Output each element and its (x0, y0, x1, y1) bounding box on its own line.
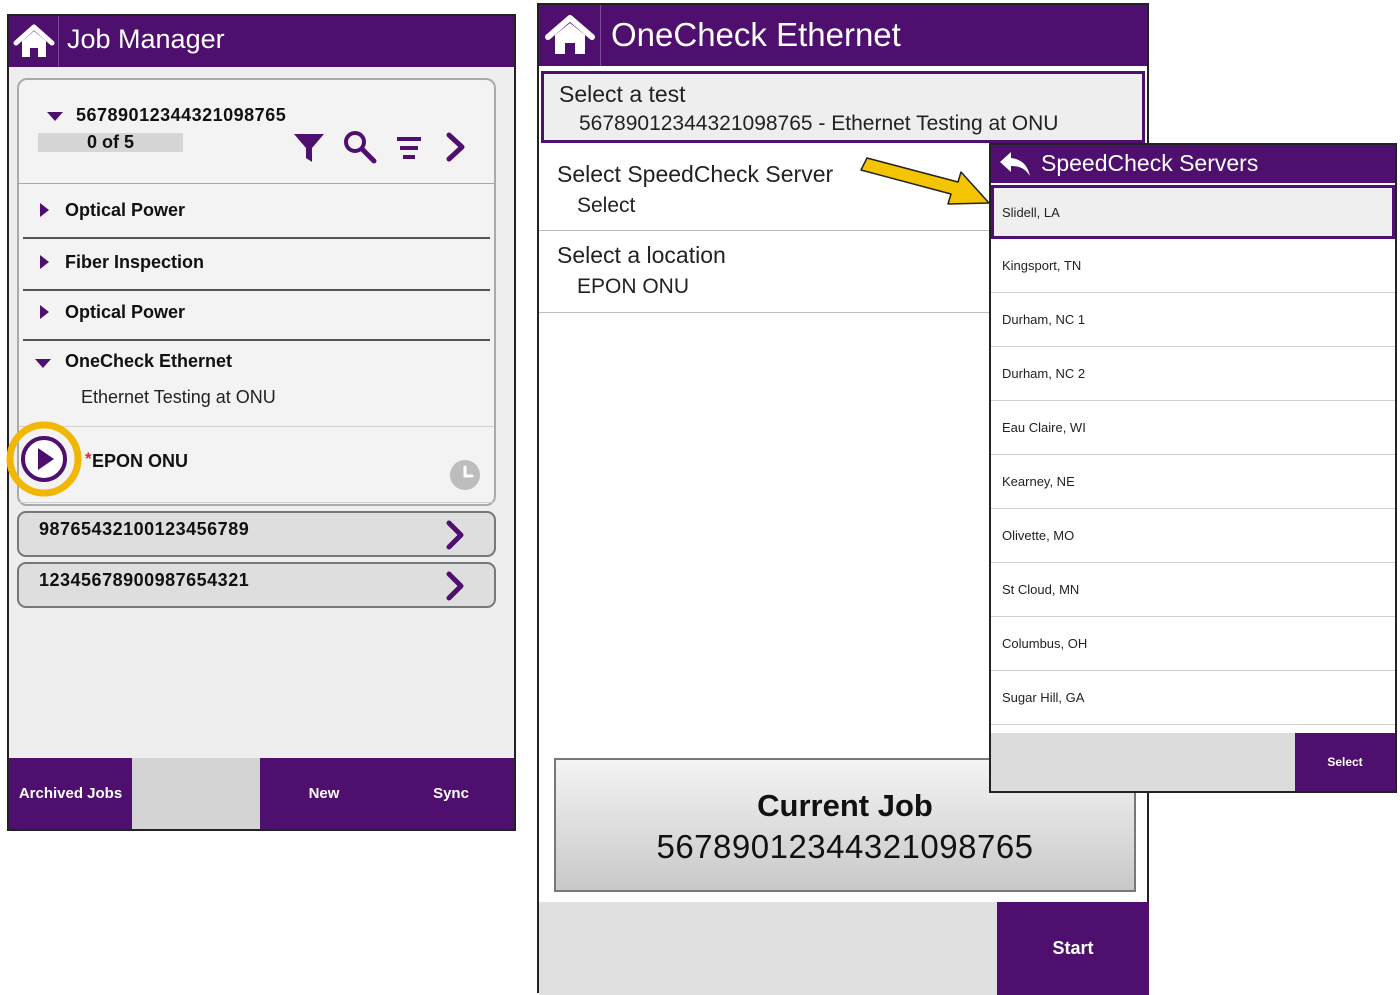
divider (19, 502, 494, 503)
home-icon (13, 24, 55, 57)
test-label: Fiber Inspection (65, 252, 205, 272)
job-number: 98765432100123456789 (39, 519, 250, 539)
divider (23, 237, 490, 239)
expand-triangle-icon (40, 255, 49, 269)
job-list-item[interactable]: 98765432100123456789 (17, 511, 496, 557)
current-job-label: Current Job (757, 788, 933, 823)
speedcheck-servers-dialog: SpeedCheck Servers Slidell, LA Kingsport… (989, 143, 1397, 793)
title-bar: SpeedCheck Servers (991, 145, 1395, 183)
back-arrow-icon[interactable] (997, 149, 1033, 179)
filter-icon[interactable] (292, 132, 326, 164)
select-location-label: Select a location (557, 242, 726, 268)
bottom-bar: Archived Jobs New Sync (9, 758, 514, 829)
play-button[interactable] (5, 420, 83, 498)
search-icon[interactable] (343, 130, 377, 164)
divider (23, 339, 490, 341)
sort-icon[interactable] (395, 134, 423, 162)
server-item[interactable]: Kingsport, TN (991, 239, 1395, 293)
server-item[interactable]: Eau Claire, WI (991, 401, 1395, 455)
select-test-value: 56789012344321098765 - Ethernet Testing … (579, 112, 1059, 135)
expand-triangle-icon (40, 203, 49, 217)
test-label: Optical Power (65, 200, 186, 220)
required-marker: * (85, 449, 92, 468)
bottom-bar-spacer (991, 733, 1295, 791)
home-icon (545, 15, 595, 54)
test-item-expanded[interactable]: OneCheck Ethernet Ethernet Testing at ON… (19, 342, 494, 424)
collapse-triangle-icon (35, 359, 51, 368)
divider (23, 289, 490, 291)
divider (19, 183, 494, 184)
location-row[interactable]: * EPON ONU (19, 430, 494, 502)
test-sublabel: Ethernet Testing at ONU (81, 387, 276, 407)
job-number[interactable]: 56789012344321098765 (76, 105, 286, 126)
page-title: Job Manager (67, 24, 225, 54)
chevron-right-icon (446, 520, 464, 550)
current-job-number: 56789012344321098765 (656, 828, 1034, 865)
callout-arrow-icon (860, 157, 990, 205)
server-item[interactable]: Kearney, NE (991, 455, 1395, 509)
bottom-bar-spacer (132, 758, 260, 829)
page-title: OneCheck Ethernet (611, 16, 901, 53)
chevron-right-icon[interactable] (444, 132, 468, 162)
select-test-label: Select a test (559, 81, 686, 107)
job-manager-screen: Job Manager 56789012344321098765 0 of 5 … (5, 14, 516, 831)
select-button[interactable]: Select (1295, 733, 1395, 791)
bottom-bar-spacer (539, 902, 997, 995)
test-label: Optical Power (65, 302, 186, 322)
location-label: EPON ONU (92, 451, 189, 471)
test-item[interactable]: Fiber Inspection (19, 240, 494, 288)
new-job-button[interactable]: New (260, 758, 388, 829)
collapse-triangle-icon[interactable] (47, 112, 63, 121)
start-button[interactable]: Start (997, 902, 1149, 995)
select-server-value: Select (577, 194, 636, 217)
server-item[interactable]: Durham, NC 1 (991, 293, 1395, 347)
server-item[interactable]: Sugar Hill, GA (991, 671, 1395, 725)
current-job-card: 56789012344321098765 0 of 5 Optical Powe… (17, 78, 496, 506)
test-item[interactable]: Optical Power (19, 292, 494, 338)
select-server-label: Select SpeedCheck Server (557, 161, 834, 187)
expand-triangle-icon (40, 305, 49, 319)
test-item[interactable]: Optical Power (19, 188, 494, 236)
home-button[interactable] (539, 5, 601, 66)
sync-button[interactable]: Sync (388, 758, 514, 829)
select-test-row[interactable]: Select a test 56789012344321098765 - Eth… (541, 71, 1145, 143)
job-list-item[interactable]: 12345678900987654321 (17, 562, 496, 608)
server-item[interactable]: Columbus, OH (991, 617, 1395, 671)
server-item[interactable]: Durham, NC 2 (991, 347, 1395, 401)
home-button[interactable] (9, 16, 59, 67)
chevron-right-icon (446, 571, 464, 601)
dialog-title: SpeedCheck Servers (1041, 150, 1259, 176)
server-list: Slidell, LA Kingsport, TN Durham, NC 1 D… (991, 183, 1395, 733)
title-bar: OneCheck Ethernet (539, 5, 1147, 66)
select-location-value: EPON ONU (577, 275, 690, 298)
job-progress: 0 of 5 (38, 133, 183, 152)
server-item-selected[interactable]: Slidell, LA (991, 185, 1395, 239)
test-label: OneCheck Ethernet (65, 351, 233, 371)
server-item[interactable]: Olivette, MO (991, 509, 1395, 563)
title-bar: Job Manager (9, 16, 514, 67)
job-number: 12345678900987654321 (39, 570, 250, 590)
clock-icon (450, 460, 480, 490)
divider (19, 426, 494, 427)
archived-jobs-button[interactable]: Archived Jobs (9, 758, 132, 829)
server-item[interactable]: St Cloud, MN (991, 563, 1395, 617)
